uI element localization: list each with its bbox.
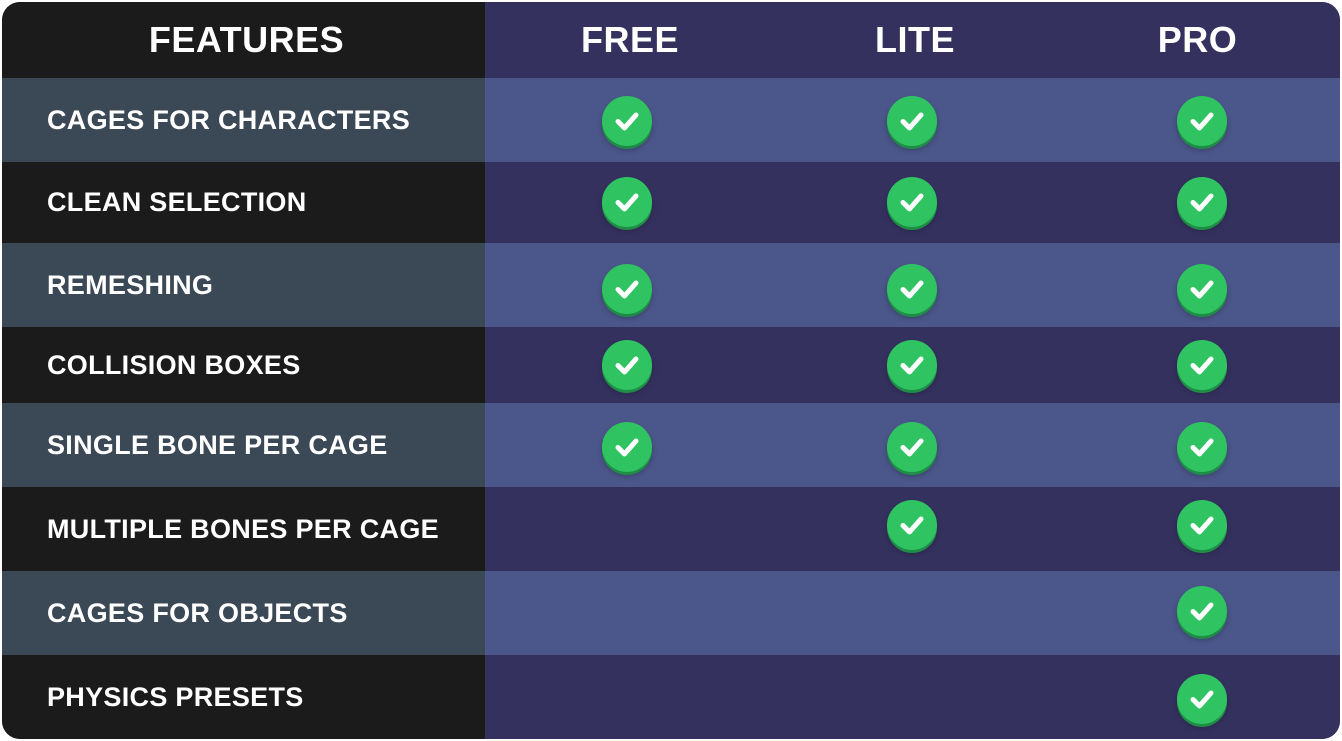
check-circle-icon [602,96,652,146]
feature-row: REMESHING [2,243,1340,327]
check-circle-icon [1177,586,1227,636]
check-circle-icon [887,264,937,314]
feature-row: SINGLE BONE PER CAGE [2,403,1340,487]
check-circle-icon [602,177,652,227]
feature-comparison-table: FEATURES FREE LITE PRO CAGES FOR CHARACT… [2,2,1340,739]
check-circle-icon [602,264,652,314]
plan-cells [485,403,1340,487]
table-header: FEATURES FREE LITE PRO [2,2,1340,78]
plan-header-free: FREE [485,2,775,78]
check-circle-icon [1177,96,1227,146]
check-circle-icon [1177,177,1227,227]
plan-cells [485,327,1340,403]
feature-label: COLLISION BOXES [2,327,485,403]
plan-cells [485,243,1340,327]
feature-label: CAGES FOR CHARACTERS [2,78,485,162]
check-circle-icon [602,422,652,472]
plan-cells [485,571,1340,655]
feature-row: MULTIPLE BONES PER CAGE [2,487,1340,571]
check-circle-icon [887,340,937,390]
plan-header-lite: LITE [775,2,1055,78]
check-circle-icon [1177,674,1227,724]
check-circle-icon [887,177,937,227]
plan-cells [485,162,1340,243]
check-circle-icon [1177,340,1227,390]
feature-label: PHYSICS PRESETS [2,655,485,739]
check-circle-icon [602,340,652,390]
plan-cells [485,655,1340,739]
check-circle-icon [1177,422,1227,472]
check-circle-icon [887,422,937,472]
check-circle-icon [1177,264,1227,314]
features-column-header: FEATURES [2,2,485,78]
plan-cells [485,78,1340,162]
plan-cells [485,487,1340,571]
feature-row: CAGES FOR CHARACTERS [2,78,1340,162]
feature-row: COLLISION BOXES [2,327,1340,403]
plan-header-pro: PRO [1055,2,1340,78]
feature-row: CLEAN SELECTION [2,162,1340,243]
check-circle-icon [887,500,937,550]
check-circle-icon [1177,500,1227,550]
feature-label: REMESHING [2,243,485,327]
check-circle-icon [887,96,937,146]
feature-label: MULTIPLE BONES PER CAGE [2,487,485,571]
feature-row: CAGES FOR OBJECTS [2,571,1340,655]
feature-label: CAGES FOR OBJECTS [2,571,485,655]
feature-row: PHYSICS PRESETS [2,655,1340,739]
feature-label: SINGLE BONE PER CAGE [2,403,485,487]
feature-label: CLEAN SELECTION [2,162,485,243]
